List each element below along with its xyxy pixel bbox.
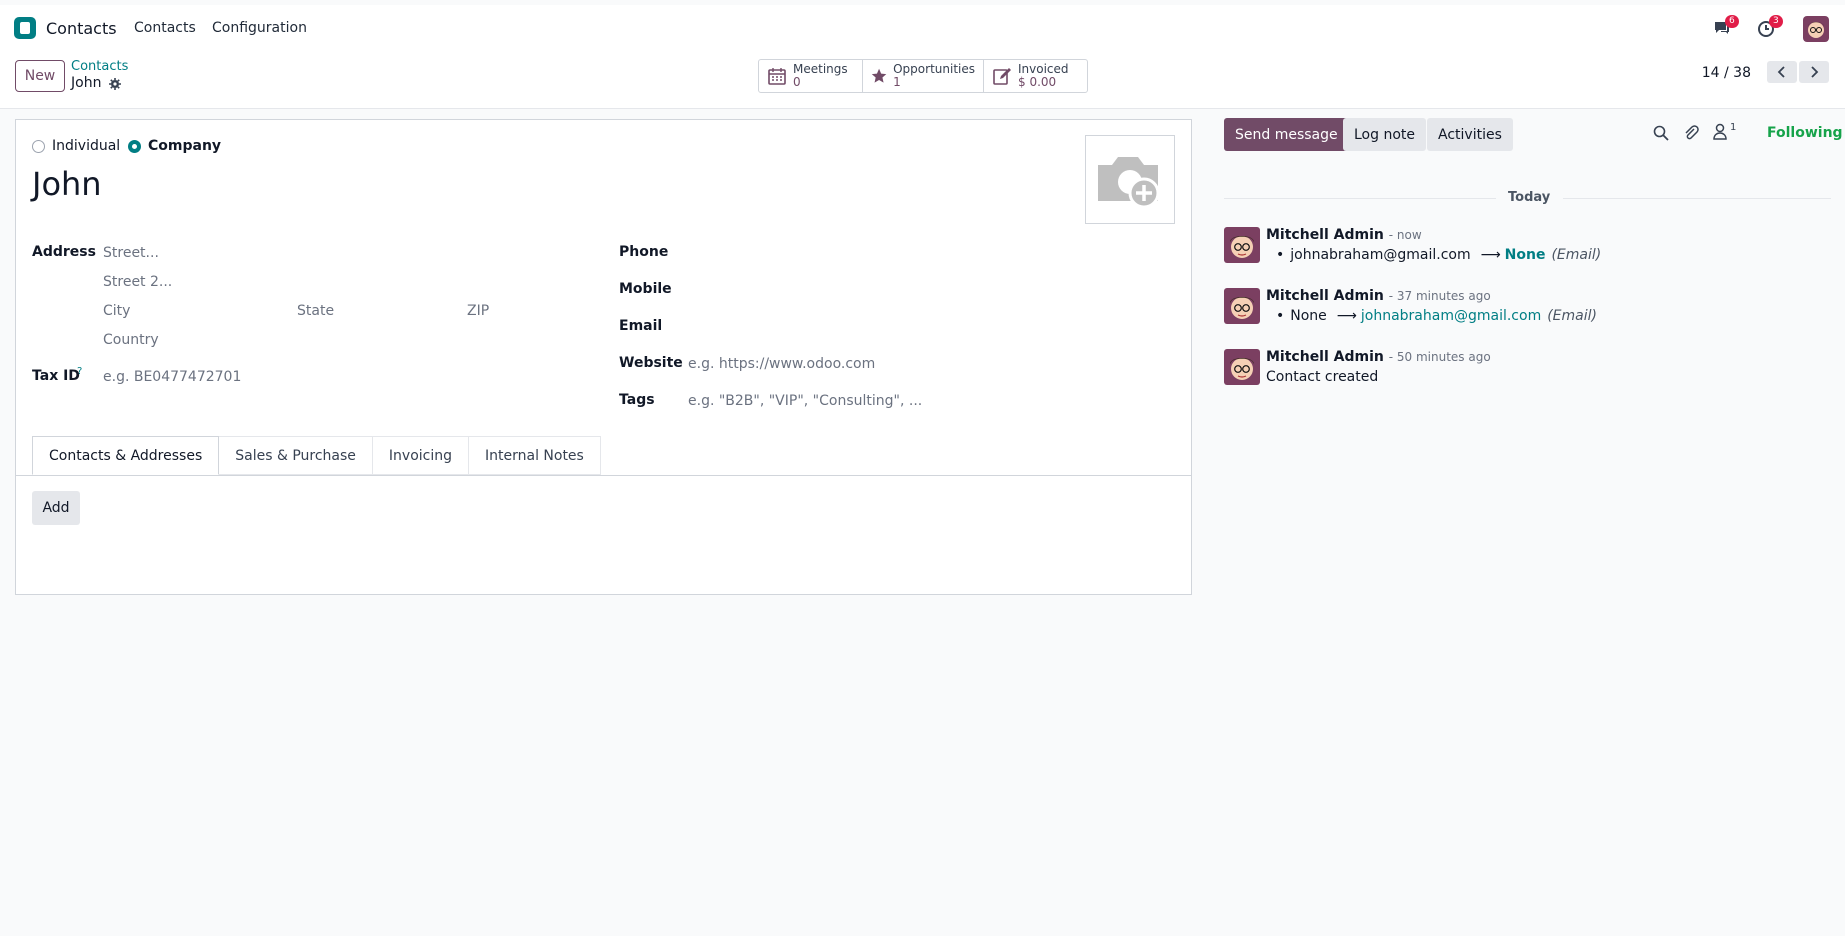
radio-company[interactable]: Company — [128, 138, 221, 154]
star-icon — [871, 68, 887, 83]
activities-clock-icon[interactable]: 3 — [1757, 15, 1783, 38]
control-panel: New Contacts John Meetings 0 Opportunitie… — [0, 51, 1845, 109]
chevron-left-icon — [1777, 66, 1785, 78]
radio-company-label: Company — [148, 138, 222, 154]
opportunities-label: Opportunities — [893, 62, 975, 76]
message-author[interactable]: Mitchell Admin — [1266, 227, 1384, 243]
opportunities-value: 1 — [893, 75, 901, 89]
user-avatar[interactable] — [1803, 16, 1829, 42]
message-body: Contact created — [1266, 369, 1379, 385]
tracking-new-value: johnabraham@gmail.com — [1360, 308, 1542, 324]
zip-input[interactable]: ZIP — [467, 303, 489, 319]
form-sheet: Individual Company John Address Street..… — [15, 119, 1192, 595]
meetings-label: Meetings — [793, 62, 848, 76]
pager-value[interactable]: 14 / 38 — [1702, 65, 1751, 81]
radio-individual[interactable]: Individual — [32, 138, 120, 154]
contact-image-upload[interactable] — [1085, 135, 1175, 224]
following-button[interactable]: Following — [1767, 125, 1843, 141]
today-separator: Today — [1508, 190, 1551, 205]
street-input[interactable]: Street... — [103, 245, 159, 261]
radio-company-dot[interactable] — [128, 139, 141, 153]
author-avatar[interactable] — [1224, 288, 1260, 324]
new-button[interactable]: New — [15, 60, 65, 92]
message-time: - 37 minutes ago — [1388, 289, 1491, 303]
website-input[interactable]: e.g. https://www.odoo.com — [688, 356, 875, 372]
user-icon — [1713, 123, 1727, 140]
invoiced-value: $ 0.00 — [1018, 75, 1057, 89]
tracking-old-value: None — [1290, 308, 1327, 324]
website-label: Website — [619, 355, 683, 371]
street2-input[interactable]: Street 2... — [103, 274, 172, 290]
invoiced-smart-button[interactable]: Invoiced $ 0.00 — [984, 60, 1087, 92]
address-label: Address — [32, 244, 96, 260]
calendar-icon — [768, 68, 786, 85]
gear-icon[interactable] — [109, 78, 121, 90]
app-title[interactable]: Contacts — [46, 19, 117, 38]
tab-contacts-addresses[interactable]: Contacts & Addresses — [32, 436, 220, 475]
tags-label: Tags — [619, 392, 655, 408]
log-note-button[interactable]: Log note — [1343, 118, 1426, 151]
author-avatar[interactable] — [1224, 349, 1260, 385]
message-time: - 50 minutes ago — [1388, 350, 1491, 364]
tax-id-input[interactable]: e.g. BE0477472701 — [103, 369, 241, 385]
state-input[interactable]: State — [297, 303, 334, 319]
contacts-app-icon[interactable] — [14, 17, 36, 39]
tracking-field-name: (Email) — [1551, 247, 1602, 263]
tracking-field-name: (Email) — [1547, 308, 1597, 324]
followers-button[interactable]: 1 — [1712, 122, 1736, 140]
meetings-smart-button[interactable]: Meetings 0 — [759, 60, 863, 92]
add-contact-button[interactable]: Add — [32, 491, 80, 525]
pager-previous-button[interactable] — [1767, 61, 1797, 83]
meetings-value: 0 — [793, 75, 801, 89]
tab-invoicing[interactable]: Invoicing — [372, 436, 469, 475]
tracking-value: • None ⟶ johnabraham@gmail.com (Email) — [1276, 308, 1597, 324]
search-icon[interactable] — [1652, 124, 1670, 142]
edit-invoice-icon — [993, 68, 1011, 85]
activities-badge: 3 — [1769, 15, 1783, 28]
menu-configuration[interactable]: Configuration — [212, 20, 307, 36]
mobile-label: Mobile — [619, 281, 672, 297]
chevron-right-icon — [1811, 66, 1819, 78]
menu-contacts[interactable]: Contacts — [134, 20, 196, 36]
send-message-button[interactable]: Send message — [1224, 118, 1349, 151]
tab-internal-notes[interactable]: Internal Notes — [469, 436, 601, 475]
radio-individual-dot[interactable] — [32, 139, 45, 153]
radio-individual-label: Individual — [52, 138, 121, 154]
today-divider-right — [1563, 198, 1831, 199]
email-label: Email — [619, 318, 663, 334]
author-avatar[interactable] — [1224, 227, 1260, 263]
city-input[interactable]: City — [103, 303, 130, 319]
camera-plus-icon — [1098, 156, 1160, 208]
paperclip-icon[interactable] — [1682, 124, 1700, 142]
tracking-value: • johnabraham@gmail.com ⟶ None (Email) — [1276, 247, 1602, 263]
top-navbar: Contacts Contacts Configuration 6 3 — [0, 5, 1845, 51]
tracking-old-value: johnabraham@gmail.com — [1290, 247, 1471, 263]
activities-button[interactable]: Activities — [1427, 118, 1513, 151]
notebook-tabs: Contacts & Addresses Sales & Purchase In… — [32, 436, 601, 475]
tax-id-help-icon[interactable]: ? — [77, 366, 82, 377]
breadcrumb-contacts-link[interactable]: Contacts — [71, 59, 128, 74]
smart-buttons: Meetings 0 Opportunities 1 Invoiced $ 0.00 — [758, 59, 1088, 93]
opportunities-smart-button[interactable]: Opportunities 1 — [863, 60, 984, 92]
followers-count: 1 — [1730, 122, 1737, 133]
messages-icon[interactable]: 6 — [1713, 15, 1739, 38]
tracking-new-value: None — [1504, 247, 1546, 263]
pager-next-button[interactable] — [1799, 61, 1829, 83]
today-divider-left — [1224, 198, 1496, 199]
message-author[interactable]: Mitchell Admin — [1266, 349, 1384, 365]
breadcrumb-current: John — [71, 75, 102, 91]
tab-sales-purchase[interactable]: Sales & Purchase — [219, 436, 373, 475]
phone-label: Phone — [619, 244, 669, 260]
message-time: - now — [1388, 228, 1422, 242]
country-input[interactable]: Country — [103, 332, 159, 348]
contact-name-field[interactable]: John — [32, 165, 102, 203]
tax-id-label: Tax ID — [32, 368, 80, 384]
messages-badge: 6 — [1725, 15, 1739, 28]
message-author[interactable]: Mitchell Admin — [1266, 288, 1384, 304]
tags-input[interactable]: e.g. "B2B", "VIP", "Consulting", ... — [688, 393, 922, 409]
